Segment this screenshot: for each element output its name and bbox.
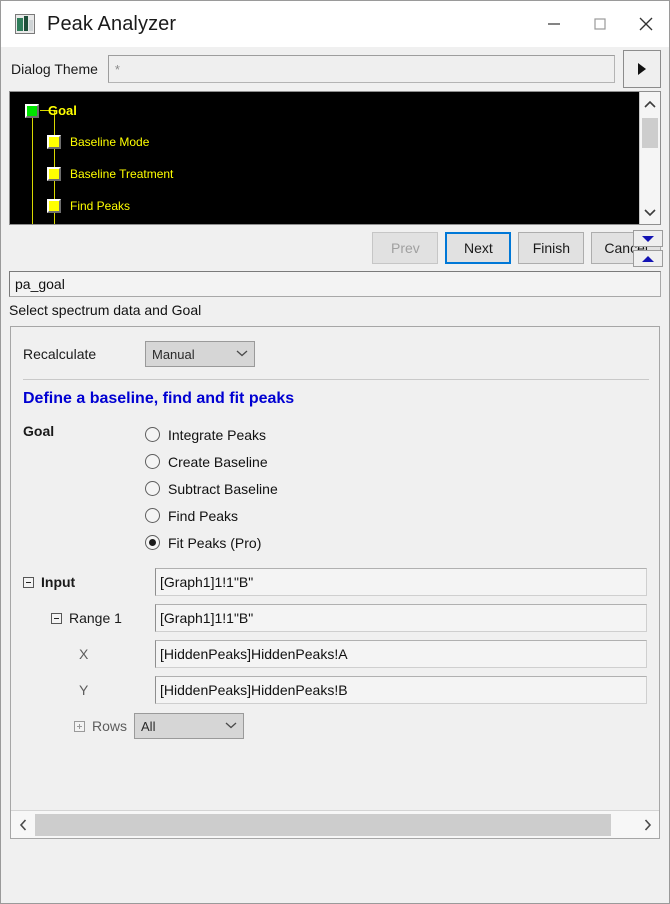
window-controls bbox=[531, 1, 669, 47]
rows-select[interactable]: All bbox=[134, 713, 245, 739]
wizard-tree-panel: Goal Baseline Mode Baseline Treatment Fi… bbox=[9, 91, 661, 225]
collapse-expander-icon[interactable] bbox=[51, 612, 62, 624]
goal-option-label: Subtract Baseline bbox=[168, 480, 278, 497]
chevron-left-icon[interactable] bbox=[11, 812, 35, 838]
chevron-down-icon bbox=[225, 721, 237, 732]
tree-node-baseline-mode[interactable]: Baseline Mode bbox=[47, 135, 149, 149]
tree-node-label: Find Peaks bbox=[70, 199, 131, 213]
radio-icon-selected[interactable] bbox=[145, 535, 160, 550]
triangle-right-icon bbox=[638, 63, 646, 75]
goal-option-fit-peaks-pro[interactable]: Fit Peaks (Pro) bbox=[145, 529, 278, 556]
scrollbar-thumb[interactable] bbox=[642, 118, 658, 148]
chevron-up-icon[interactable] bbox=[640, 94, 660, 114]
recalculate-row: Recalculate Manual bbox=[11, 337, 659, 371]
range-label: Range 1 bbox=[69, 610, 122, 626]
window-bottom-strip bbox=[1, 877, 669, 903]
radio-icon[interactable] bbox=[145, 454, 160, 469]
x-value-field[interactable]: [HiddenPeaks]HiddenPeaks!A bbox=[155, 640, 647, 668]
dialog-theme-row: Dialog Theme * bbox=[1, 47, 669, 91]
goal-option-label: Find Peaks bbox=[168, 507, 239, 524]
identifier-field[interactable]: pa_goal bbox=[9, 271, 661, 297]
recalculate-value: Manual bbox=[152, 346, 195, 362]
recalculate-label: Recalculate bbox=[23, 346, 97, 362]
range-row: Range 1 [Graph1]1!1"B" bbox=[11, 600, 659, 636]
panel-resize-spinners bbox=[633, 230, 663, 270]
scrollbar-thumb[interactable] bbox=[35, 813, 611, 836]
triangle-down-icon bbox=[642, 235, 654, 242]
radio-icon[interactable] bbox=[145, 481, 160, 496]
maximize-icon[interactable] bbox=[577, 1, 623, 47]
range-value-field[interactable]: [Graph1]1!1"B" bbox=[155, 604, 647, 632]
goal-option-label: Create Baseline bbox=[168, 453, 268, 470]
x-label: X bbox=[79, 646, 89, 662]
minimize-icon[interactable] bbox=[531, 1, 577, 47]
goal-option-integrate-peaks[interactable]: Integrate Peaks bbox=[145, 421, 278, 448]
rows-value: All bbox=[141, 718, 156, 734]
description-text: Select spectrum data and Goal bbox=[9, 302, 202, 318]
title-bar: Peak Analyzer bbox=[1, 1, 669, 47]
goal-label: Goal bbox=[23, 423, 55, 439]
dialog-theme-expand-button[interactable] bbox=[623, 50, 661, 88]
y-label: Y bbox=[79, 682, 89, 698]
wizard-tree[interactable]: Goal Baseline Mode Baseline Treatment Fi… bbox=[10, 92, 639, 224]
collapse-expander-icon[interactable] bbox=[23, 576, 34, 588]
input-value-field[interactable]: [Graph1]1!1"B" bbox=[155, 568, 647, 596]
node-marker-green-icon bbox=[25, 103, 39, 118]
goal-option-label: Integrate Peaks bbox=[168, 426, 267, 443]
goal-option-subtract-baseline[interactable]: Subtract Baseline bbox=[145, 475, 278, 502]
goal-option-label: Fit Peaks (Pro) bbox=[168, 534, 262, 551]
y-value-field[interactable]: [HiddenPeaks]HiddenPeaks!B bbox=[155, 676, 647, 704]
dialog-theme-label: Dialog Theme bbox=[11, 61, 98, 77]
tree-node-baseline-treatment[interactable]: Baseline Treatment bbox=[47, 167, 173, 181]
next-button[interactable]: Next bbox=[445, 232, 512, 264]
radio-icon[interactable] bbox=[145, 427, 160, 442]
triangle-up-icon bbox=[642, 255, 654, 262]
rows-row: Rows All bbox=[11, 708, 659, 744]
rows-label: Rows bbox=[92, 718, 128, 734]
tree-node-goal[interactable]: Goal bbox=[25, 103, 77, 118]
settings-panel: Recalculate Manual Define a baseline, fi… bbox=[10, 326, 660, 839]
close-icon[interactable] bbox=[623, 1, 669, 47]
y-row: Y [HiddenPeaks]HiddenPeaks!B bbox=[11, 672, 659, 708]
x-row: X [HiddenPeaks]HiddenPeaks!A bbox=[11, 636, 659, 672]
collapse-down-button[interactable] bbox=[633, 230, 663, 247]
goal-group: Goal Integrate Peaks Create Baseline Sub… bbox=[11, 421, 659, 556]
chevron-right-icon[interactable] bbox=[635, 812, 659, 838]
recalculate-select[interactable]: Manual bbox=[145, 341, 255, 367]
tree-vertical-scrollbar[interactable] bbox=[639, 92, 660, 224]
panel-headline: Define a baseline, find and fit peaks bbox=[23, 390, 295, 407]
tree-node-find-peaks[interactable]: Find Peaks bbox=[47, 199, 130, 213]
chevron-down-icon bbox=[236, 349, 248, 360]
node-marker-yellow-icon bbox=[47, 199, 61, 213]
tree-node-label: Baseline Mode bbox=[70, 135, 150, 149]
expand-expander-icon[interactable] bbox=[74, 720, 85, 732]
input-label: Input bbox=[41, 574, 76, 590]
window-title: Peak Analyzer bbox=[47, 12, 177, 35]
tree-node-label: Goal bbox=[48, 103, 77, 118]
wizard-nav-row: Prev Next Finish Cancel bbox=[1, 225, 669, 271]
chevron-down-icon[interactable] bbox=[640, 202, 660, 222]
scrollbar-track[interactable] bbox=[35, 813, 635, 836]
input-row: Input [Graph1]1!1"B" bbox=[11, 564, 659, 600]
radio-icon[interactable] bbox=[145, 508, 160, 523]
goal-option-create-baseline[interactable]: Create Baseline bbox=[145, 448, 278, 475]
peak-analyzer-window: Peak Analyzer Dialog Theme * Goal Baseli… bbox=[0, 0, 670, 904]
finish-button[interactable]: Finish bbox=[518, 232, 585, 264]
panel-horizontal-scrollbar[interactable] bbox=[11, 810, 659, 838]
node-marker-yellow-icon bbox=[47, 135, 61, 149]
goal-option-find-peaks[interactable]: Find Peaks bbox=[145, 502, 278, 529]
expand-up-button[interactable] bbox=[633, 250, 663, 267]
dialog-theme-input[interactable]: * bbox=[107, 55, 615, 83]
tree-node-label: Baseline Treatment bbox=[70, 167, 174, 181]
prev-button[interactable]: Prev bbox=[372, 232, 439, 264]
node-marker-yellow-icon bbox=[47, 167, 61, 181]
peak-analyzer-icon bbox=[15, 14, 35, 34]
